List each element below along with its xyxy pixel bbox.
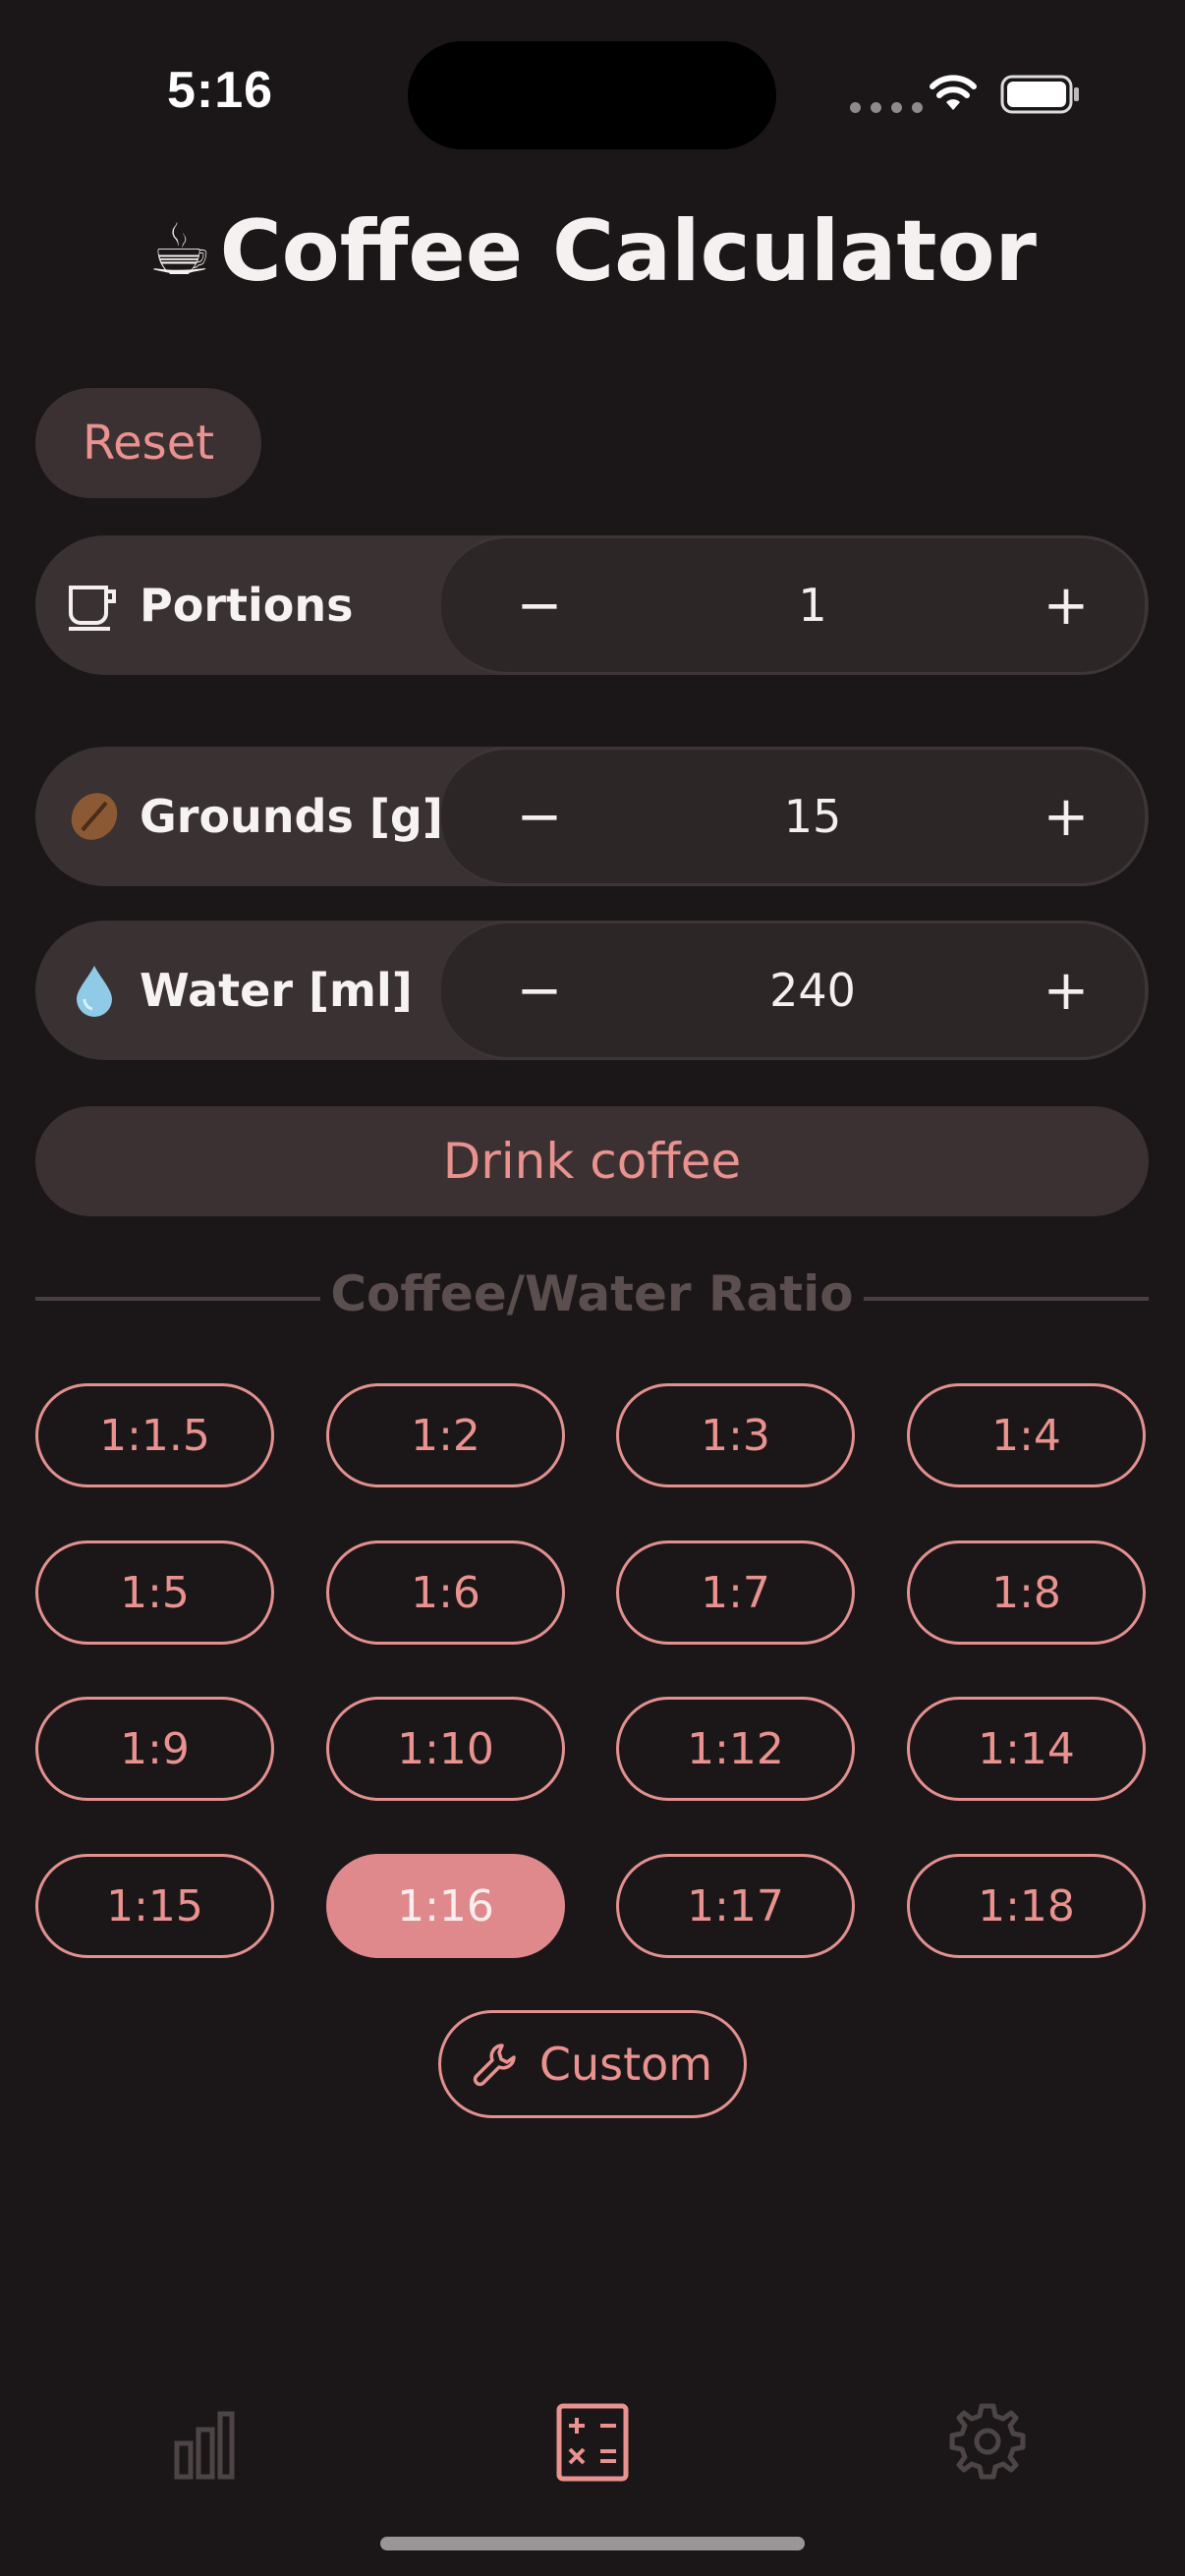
ratio-chip[interactable]: 1:6 <box>326 1540 565 1645</box>
ratio-chip[interactable]: 1:4 <box>907 1383 1146 1487</box>
ratio-chip[interactable]: 1:12 <box>616 1697 855 1801</box>
grounds-value[interactable]: 15 <box>638 750 988 883</box>
ratio-chip[interactable]: 1:16 <box>326 1854 565 1958</box>
settings-icon <box>949 2403 1026 2480</box>
reset-button[interactable]: Reset <box>35 388 261 498</box>
ratio-chip[interactable]: 1:18 <box>907 1854 1146 1958</box>
grounds-decrement-button[interactable]: − <box>480 750 598 883</box>
water-label: Water [ml] <box>140 964 413 1017</box>
status-time: 5:16 <box>167 62 274 119</box>
custom-label: Custom <box>538 2038 713 2091</box>
ratio-chip[interactable]: 1:17 <box>616 1854 855 1958</box>
portions-row: Portions − 1 + <box>35 535 1149 675</box>
wrench-icon <box>473 2044 516 2087</box>
cup-icon <box>65 576 124 635</box>
divider <box>864 1297 1149 1301</box>
battery-icon <box>1000 75 1079 114</box>
calculator-tab[interactable] <box>538 2387 647 2495</box>
ratio-chip[interactable]: 1:2 <box>326 1383 565 1487</box>
grounds-stepper: − 15 + <box>441 747 1148 886</box>
custom-ratio-button[interactable]: Custom <box>438 2010 747 2118</box>
dynamic-island <box>408 41 776 149</box>
water-increment-button[interactable]: + <box>1007 924 1125 1057</box>
water-stepper: − 240 + <box>441 921 1148 1060</box>
home-indicator <box>380 2537 805 2550</box>
portions-increment-button[interactable]: + <box>1007 538 1125 672</box>
ratio-chip[interactable]: 1:5 <box>35 1540 274 1645</box>
ratio-chip[interactable]: 1:8 <box>907 1540 1146 1645</box>
settings-tab[interactable] <box>933 2387 1042 2495</box>
grounds-row: Grounds [g] − 15 + <box>35 747 1149 886</box>
cellular-signal-icon <box>850 102 923 113</box>
portions-label: Portions <box>140 579 354 632</box>
ratio-chip[interactable]: 1:10 <box>326 1697 565 1801</box>
page-title-text: Coffee Calculator <box>219 202 1037 301</box>
drink-coffee-button[interactable]: Drink coffee <box>35 1106 1149 1216</box>
water-drop-icon <box>65 961 124 1020</box>
stats-tab[interactable] <box>142 2387 251 2495</box>
grounds-label: Grounds [g] <box>140 790 443 843</box>
wifi-icon <box>930 75 977 110</box>
calculator-icon <box>556 2403 629 2482</box>
stats-icon <box>174 2411 235 2480</box>
water-row: Water [ml] − 240 + <box>35 921 1149 1060</box>
ratio-section-header: Coffee/Water Ratio <box>35 1265 1149 1334</box>
ratio-chip[interactable]: 1:15 <box>35 1854 274 1958</box>
coffee-cup-icon: ☕ <box>148 208 212 291</box>
grounds-increment-button[interactable]: + <box>1007 750 1125 883</box>
portions-value[interactable]: 1 <box>638 538 988 672</box>
water-decrement-button[interactable]: − <box>480 924 598 1057</box>
coffee-bean-icon <box>65 787 124 846</box>
ratio-chip[interactable]: 1:1.5 <box>35 1383 274 1487</box>
portions-stepper: − 1 + <box>441 535 1148 675</box>
water-value[interactable]: 240 <box>638 924 988 1057</box>
ratio-chip[interactable]: 1:7 <box>616 1540 855 1645</box>
ratio-heading: Coffee/Water Ratio <box>330 1265 854 1322</box>
portions-decrement-button[interactable]: − <box>480 538 598 672</box>
page-title: ☕Coffee Calculator <box>0 202 1185 301</box>
ratio-chip[interactable]: 1:3 <box>616 1383 855 1487</box>
ratio-chip[interactable]: 1:9 <box>35 1697 274 1801</box>
ratio-chip[interactable]: 1:14 <box>907 1697 1146 1801</box>
